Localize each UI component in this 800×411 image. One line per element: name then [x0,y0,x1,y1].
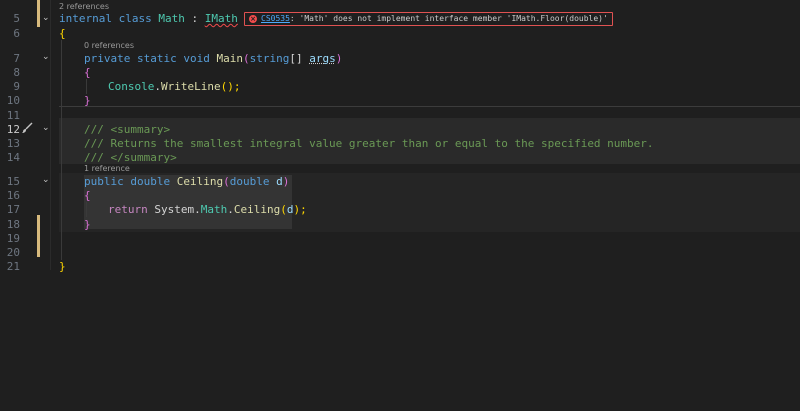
indent-guide [61,40,62,260]
method-name: Ceiling [233,203,281,216]
code-line-12[interactable]: /// <summary> [84,123,170,136]
line-number: 14 [6,151,20,164]
change-marker [37,215,40,257]
paren: ( [223,175,230,188]
line-number: 18 [6,218,20,231]
codelens-main-references[interactable]: 0 references [84,41,134,51]
change-marker [37,0,40,27]
code-line-15[interactable]: public double Ceiling(double d) [84,175,289,188]
line-number: 7 [13,52,20,65]
error-message-text: : 'Math' does not implement interface me… [289,14,608,23]
brace: { [84,189,91,202]
code-line-9[interactable]: Console.WriteLine(); [108,80,240,93]
keyword: double [130,175,171,188]
punctuation: [] [289,52,310,65]
keyword: class [118,12,152,25]
line-number-active: 12 [6,123,20,136]
line-number: 8 [13,66,20,79]
line-number: 5 [13,12,20,25]
line-number: 15 [6,175,20,188]
code-line-14[interactable]: /// </summary> [84,151,177,164]
chevron-down-icon[interactable]: ⌄ [42,14,50,23]
indent-guide [86,202,87,217]
parameter: d [276,175,283,188]
parameter: args [309,52,336,65]
method-name: Ceiling [176,175,224,188]
paren: ( [280,203,287,216]
code-line-5[interactable]: internal class Math : IMath [59,12,238,25]
line-number: 17 [6,203,20,216]
paren: ) [282,175,290,188]
line-number: 13 [6,137,20,150]
code-line-7[interactable]: private static void Main(string[] args) [84,52,342,65]
code-line-21[interactable]: } [59,260,66,273]
inline-error-message[interactable]: × CS0535: 'Math' does not implement inte… [244,12,613,26]
brace: } [84,218,91,231]
codelens-class-references[interactable]: 2 references [59,2,109,12]
chevron-down-icon[interactable]: ⌄ [42,53,50,62]
chevron-down-icon[interactable]: ⌄ [42,124,50,133]
line-number: 19 [6,232,20,245]
line-number: 20 [6,246,20,259]
brace: { [84,66,91,79]
type-keyword: string [249,52,290,65]
namespace: System [154,203,195,216]
keyword: private [84,52,131,65]
class-name: Console [108,80,155,93]
keyword: internal [59,12,112,25]
brace: } [84,94,91,107]
codelens-ceiling-references[interactable]: 1 reference [84,164,130,174]
type-keyword: double [229,175,270,188]
region-divider [59,106,800,107]
method-name: Main [216,52,243,65]
punctuation: (); [220,80,241,93]
keyword: return [108,203,148,216]
interface-name-error[interactable]: IMath [205,12,238,25]
code-line-17[interactable]: return System.Math.Ceiling(d); [108,203,307,216]
brace: } [59,260,66,273]
code-line-18[interactable]: } [84,218,91,231]
code-line-6[interactable]: { [59,27,66,40]
class-name: Math [200,203,228,216]
punctuation: : [184,12,205,25]
gutter-divider [50,0,51,270]
method-name: WriteLine [160,80,221,93]
paren: ); [293,203,307,216]
keyword: void [183,52,210,65]
punctuation: . [154,80,161,93]
line-number: 21 [6,260,20,273]
code-line-8[interactable]: { [84,66,91,79]
paren: ) [335,52,343,65]
code-line-16[interactable]: { [84,189,91,202]
brush-icon[interactable] [21,122,33,134]
error-code-link[interactable]: CS0535 [261,14,290,23]
keyword: static [136,52,177,65]
paren: ( [242,52,250,65]
code-editor[interactable]: 5 6 7 8 9 10 11 12 13 14 15 16 17 18 19 … [0,0,800,411]
line-number: 6 [13,27,20,40]
code-line-10[interactable]: } [84,94,91,107]
line-number: 16 [6,189,20,202]
punctuation: . [227,203,234,216]
class-name: Math [158,12,185,25]
code-line-13[interactable]: /// Returns the smallest integral value … [84,137,654,150]
brace: { [59,27,66,40]
line-number: 10 [6,94,20,107]
indent-guide [86,79,87,94]
punctuation: . [194,203,201,216]
keyword: public [84,175,124,188]
chevron-down-icon[interactable]: ⌄ [42,176,50,185]
line-number: 9 [13,80,20,93]
error-circle-icon: × [249,15,257,23]
line-number: 11 [6,109,20,122]
